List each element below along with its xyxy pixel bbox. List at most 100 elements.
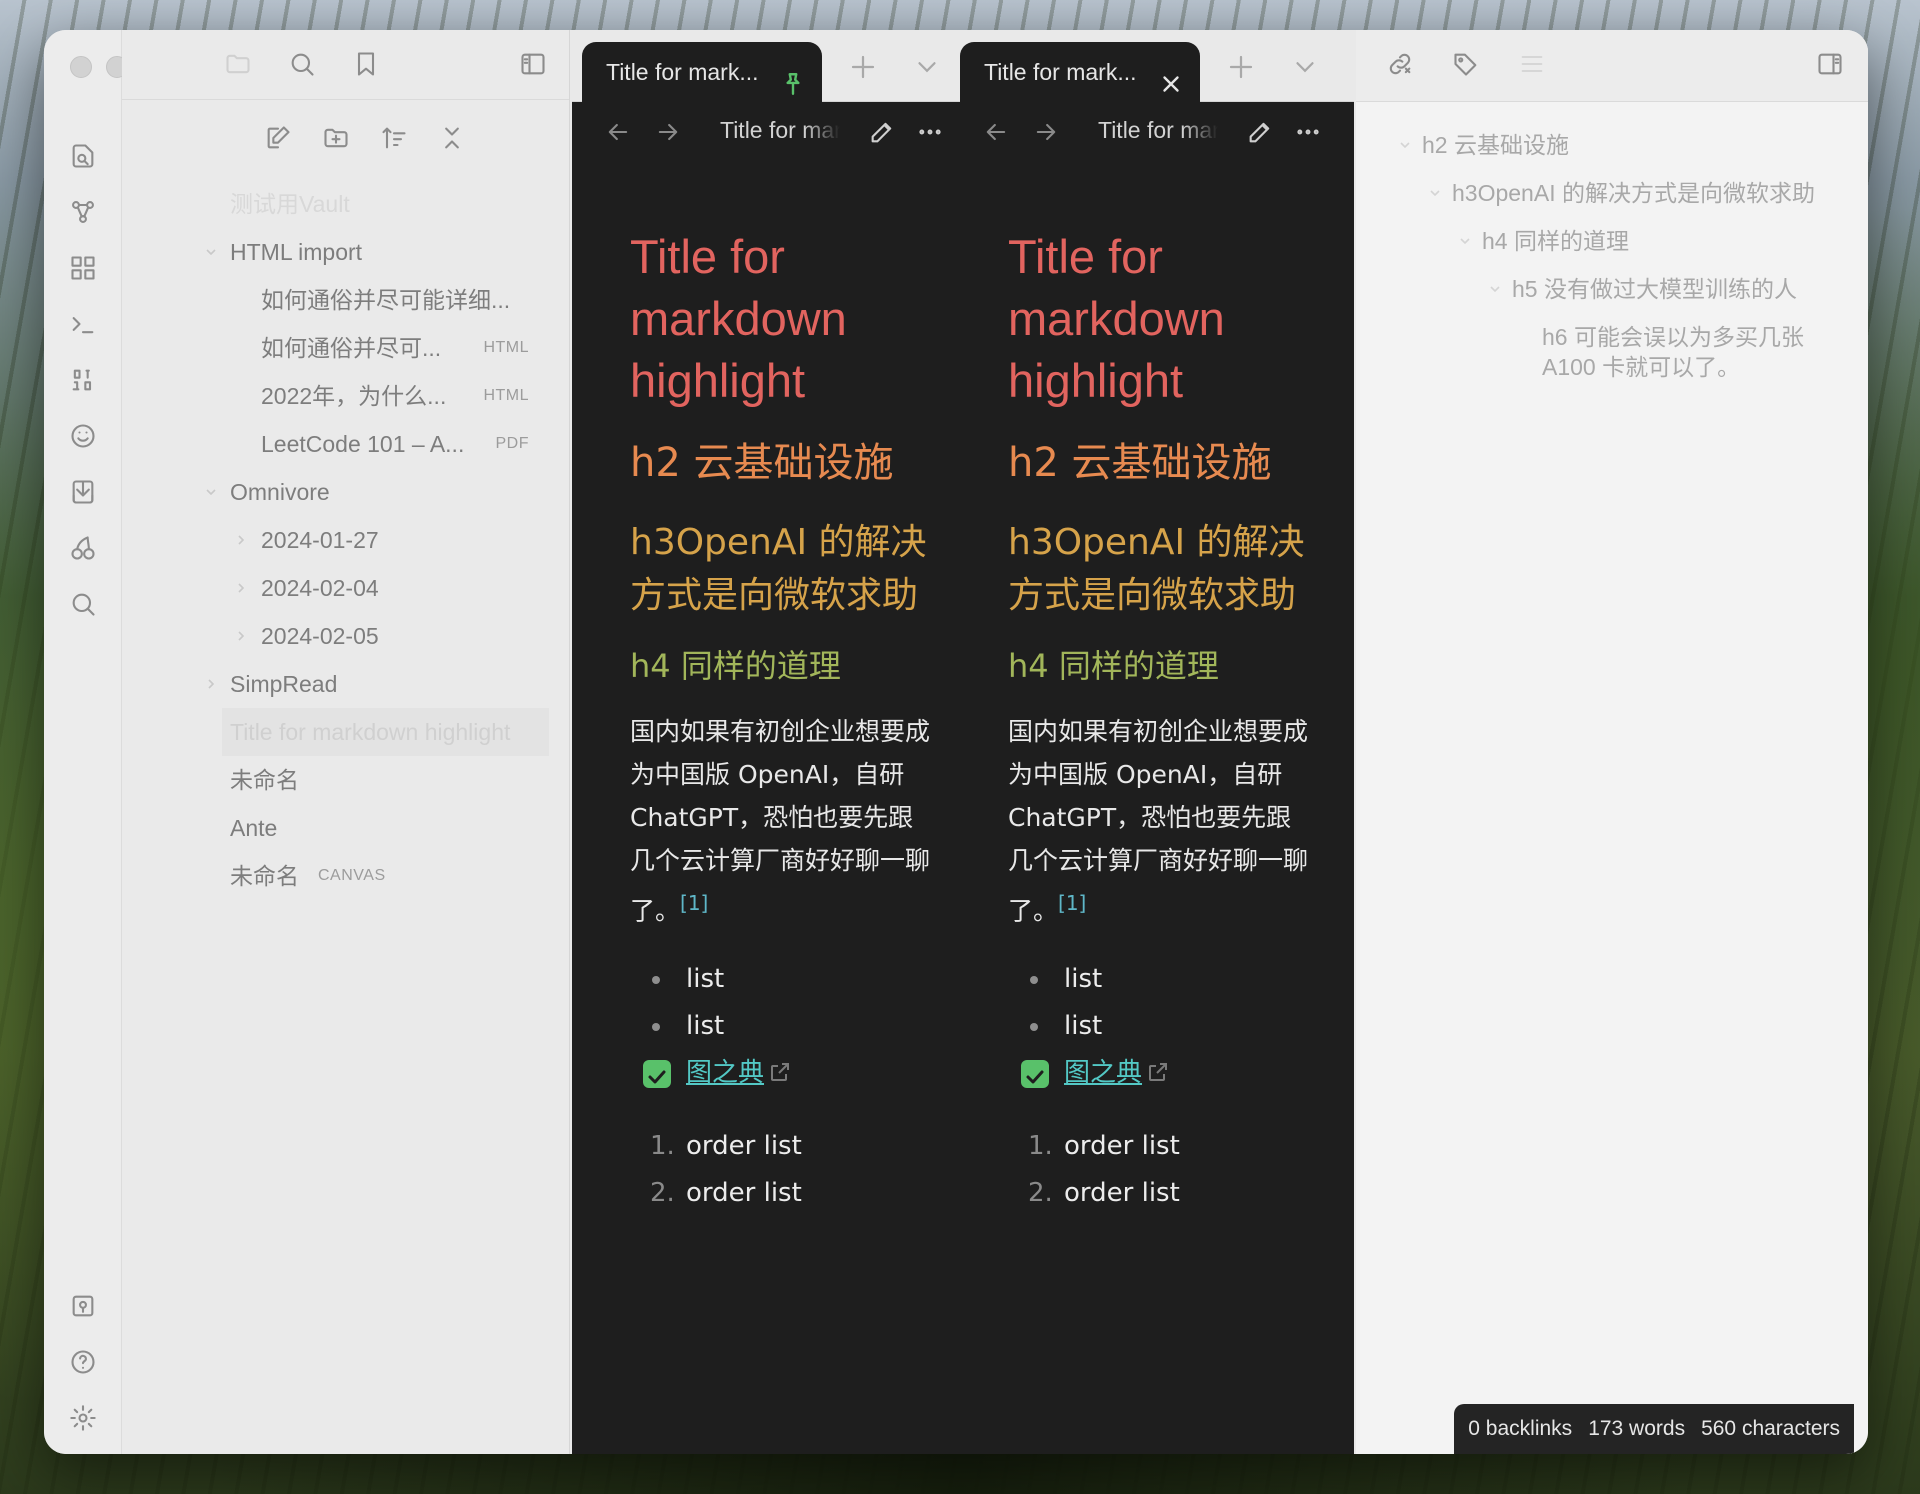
paragraph: 国内如果有初创企业想要成为中国版 OpenAI，自研 ChatGPT，恐怕也要先… (1008, 717, 1309, 926)
sort-icon[interactable] (378, 122, 410, 154)
ordered-item: 1. order list (1028, 1131, 1180, 1162)
help-icon[interactable] (67, 1346, 99, 1378)
settings-gear-icon[interactable] (67, 1402, 99, 1434)
footnote-ref[interactable]: [1] (1058, 891, 1086, 915)
list-item: list (630, 956, 930, 1003)
collapse-all-icon[interactable] (436, 122, 468, 154)
outline-item[interactable]: h3OpenAI 的解决方式是向微软求助 (1356, 178, 1868, 208)
outline-item[interactable]: h4 同样的道理 (1356, 226, 1868, 256)
folder-omnivore[interactable]: Omnivore (122, 468, 569, 516)
close-icon[interactable] (1158, 59, 1184, 92)
tab-note[interactable]: Title for mark... (582, 42, 822, 102)
tab-list-chevron-icon[interactable] (912, 52, 942, 82)
tags-icon[interactable] (1450, 48, 1482, 80)
more-options-icon[interactable] (1294, 118, 1322, 150)
edit-pencil-icon[interactable] (1246, 118, 1274, 150)
search-icon[interactable] (67, 588, 99, 620)
character-count: 560 characters (1701, 1417, 1840, 1440)
external-link[interactable]: 图之典 (686, 1058, 764, 1088)
open-quick-switcher-icon[interactable] (67, 140, 99, 172)
file-item[interactable]: 如何通俗并尽可... HTML (122, 324, 569, 372)
tab-strip: Title for mark... (950, 30, 1354, 102)
status-bar: 0 backlinks 173 words 560 characters (1454, 1404, 1854, 1454)
chevron-down-icon (206, 489, 216, 496)
forward-arrow-icon[interactable] (654, 118, 682, 150)
vault-name[interactable]: 测试用Vault (122, 180, 569, 228)
file-type-badge: HTML (483, 387, 529, 404)
collapse-sidebar-icon[interactable] (517, 48, 549, 80)
file-type-badge: CANVAS (318, 867, 386, 884)
bullet-list: list list 图之典 (1008, 956, 1308, 1097)
new-tab-button[interactable] (848, 52, 878, 82)
ribbon (44, 30, 164, 1454)
external-link[interactable]: 图之典 (1064, 1058, 1142, 1088)
search-icon[interactable] (286, 48, 318, 80)
outline-item[interactable]: h6 可能会误以为多买几张 A100 卡就可以了。 (1356, 322, 1816, 382)
import-icon[interactable] (67, 476, 99, 508)
file-item[interactable]: 如何通俗并尽可能详细... (122, 276, 569, 324)
task-item: 图之典 (630, 1050, 930, 1097)
file-item[interactable]: 未命名 CANVAS (122, 852, 569, 900)
graph-view-icon[interactable] (67, 196, 99, 228)
checkbox-checked-icon[interactable] (643, 1060, 671, 1089)
tab-note[interactable]: Title for mark... (960, 42, 1200, 102)
heading-3: h3OpenAI 的解决方式是向微软求助 (1008, 522, 1305, 616)
footnote-ref[interactable]: [1] (680, 891, 708, 915)
more-options-icon[interactable] (916, 118, 944, 150)
chevron-right-icon (208, 679, 215, 689)
view-title[interactable]: Title for markdown highlight (720, 117, 840, 144)
bullet-icon (652, 976, 660, 985)
toggle-right-sidebar-icon[interactable] (1814, 48, 1846, 80)
back-arrow-icon[interactable] (982, 118, 1010, 150)
canvas-icon[interactable] (67, 252, 99, 284)
vault-switcher-icon[interactable] (67, 1290, 99, 1322)
cherry-icon[interactable] (67, 532, 99, 564)
folder-html-import[interactable]: HTML import (122, 228, 569, 276)
folder-item[interactable]: 2024-02-05 (122, 612, 569, 660)
folder-simpread[interactable]: SimpRead (122, 660, 569, 708)
files-folder-icon[interactable] (222, 48, 254, 80)
file-type-badge: PDF (495, 435, 529, 452)
tab-list-chevron-icon[interactable] (1290, 52, 1320, 82)
terminal-icon[interactable] (67, 308, 99, 340)
chevron-right-icon (238, 535, 245, 545)
bookmark-icon[interactable] (350, 48, 382, 80)
outline-item[interactable]: h2 云基础设施 (1356, 130, 1868, 160)
word-count: 173 words (1588, 1417, 1686, 1440)
smiley-icon[interactable] (67, 420, 99, 452)
bullet-icon (1030, 1023, 1038, 1032)
list-item: list (630, 1003, 930, 1050)
file-type-badge: HTML (483, 339, 529, 356)
task-item: 图之典 (1008, 1050, 1308, 1097)
folder-item[interactable]: 2024-01-27 (122, 516, 569, 564)
new-tab-button[interactable] (1226, 52, 1256, 82)
edit-pencil-icon[interactable] (868, 118, 896, 150)
backlinks-count[interactable]: 0 backlinks (1468, 1404, 1572, 1454)
file-item[interactable]: 2022年，为什么... HTML (122, 372, 569, 420)
pin-icon[interactable] (780, 59, 806, 95)
new-note-icon[interactable] (262, 122, 294, 154)
view-title[interactable]: Title for markdown highlight (1098, 117, 1218, 144)
folder-item[interactable]: 2024-02-04 (122, 564, 569, 612)
right-sidebar: h2 云基础设施 h3OpenAI 的解决方式是向微软求助 h4 同样的道理 h… (1356, 30, 1868, 1454)
external-link-icon (768, 1053, 792, 1082)
checkbox-checked-icon[interactable] (1021, 1060, 1049, 1089)
file-item[interactable]: Ante (122, 804, 569, 852)
binary-icon[interactable] (67, 364, 99, 396)
chevron-down-icon (1430, 190, 1440, 197)
outline-list-icon[interactable] (1516, 48, 1548, 80)
backlinks-icon[interactable] (1384, 48, 1416, 80)
view-header: Title for markdown highlight (572, 102, 974, 164)
file-item[interactable]: 未命名 (122, 756, 569, 804)
outline-item[interactable]: h5 没有做过大模型训练的人 (1356, 274, 1868, 304)
tab-title: Title for mark... (606, 59, 759, 85)
right-sidebar-header (1356, 30, 1868, 102)
forward-arrow-icon[interactable] (1032, 118, 1060, 150)
new-folder-icon[interactable] (320, 122, 352, 154)
file-item[interactable]: LeetCode 101 – A... PDF (122, 420, 569, 468)
ordered-item: 2. order list (1028, 1178, 1180, 1209)
close-window-button[interactable] (70, 56, 92, 78)
outline-panel: h2 云基础设施 h3OpenAI 的解决方式是向微软求助 h4 同样的道理 h… (1356, 130, 1868, 400)
back-arrow-icon[interactable] (604, 118, 632, 150)
file-item-active[interactable]: Title for markdown highlight (222, 708, 549, 756)
